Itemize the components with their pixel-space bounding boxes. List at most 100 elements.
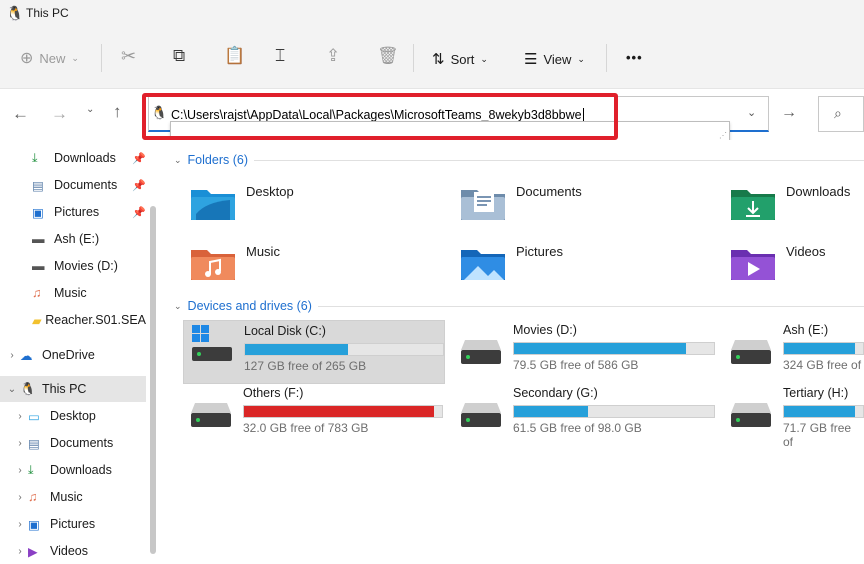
download-icon: ⤓ <box>28 462 34 477</box>
plus-circle-icon: ⊕ <box>20 50 34 67</box>
drive-tile[interactable]: Ash (E:) 324 GB free of <box>723 320 864 382</box>
pictures-folder-icon <box>461 250 505 280</box>
sidebar-item-label: Downloads <box>50 463 112 477</box>
pin-icon[interactable]: 📌 <box>132 179 146 192</box>
drive-tile[interactable]: Secondary (G:) 61.5 GB free of 98.0 GB <box>453 383 715 445</box>
sort-label: Sort <box>450 51 475 67</box>
folders-section-header[interactable]: ⌄ Folders (6) <box>174 153 864 167</box>
sidebar-item-movies-d[interactable]: ▬ Movies (D:) <box>0 253 146 279</box>
forward-arrow-icon[interactable]: → <box>51 104 68 124</box>
paste-icon[interactable]: 📋 <box>224 46 245 66</box>
chevron-right-icon[interactable]: › <box>4 350 20 361</box>
drive-icon <box>461 403 501 427</box>
go-arrow-icon[interactable]: → <box>781 104 797 122</box>
chevron-down-icon: ⌄ <box>577 53 585 64</box>
title-bar: 🐧 This PC <box>0 0 864 28</box>
share-icon[interactable]: ⇪ <box>326 46 340 66</box>
sidebar-item-downloads-pc[interactable]: › ⤓ Downloads <box>0 457 146 483</box>
sidebar-item-desktop[interactable]: › ▭ Desktop <box>0 403 146 429</box>
chevron-right-icon[interactable]: › <box>12 492 28 503</box>
drive-name: Tertiary (H:) <box>783 386 849 400</box>
address-dropdown-chevron-icon[interactable]: ⌄ <box>747 106 756 119</box>
drive-icon: ▬ <box>32 232 45 246</box>
sidebar-item-videos-pc[interactable]: › ▶ Videos <box>0 538 146 564</box>
rename-icon[interactable]: ⌶ <box>275 46 285 66</box>
new-button[interactable]: ⊕ New ⌄ <box>20 48 79 68</box>
pictures-icon: ▣ <box>28 517 40 532</box>
view-button[interactable]: ☰ View ⌄ <box>524 50 585 68</box>
drive-tile[interactable]: Local Disk (C:) 127 GB free of 265 GB <box>183 320 445 384</box>
back-arrow-icon[interactable]: ← <box>12 104 29 124</box>
folder-videos[interactable]: Videos <box>730 244 826 282</box>
chevron-right-icon[interactable]: › <box>12 411 28 422</box>
drive-name: Secondary (G:) <box>513 386 598 400</box>
folder-music[interactable]: Music <box>190 244 280 282</box>
sidebar-item-label: This PC <box>42 382 87 396</box>
folder-documents[interactable]: Documents <box>460 184 582 222</box>
sidebar-item-ash-e[interactable]: ▬ Ash (E:) <box>0 226 146 252</box>
sidebar-item-reacher[interactable]: ▰ Reacher.S01.SEA <box>0 307 146 333</box>
drive-free-space: 79.5 GB free of 586 GB <box>513 358 639 372</box>
folder-icon: ▰ <box>32 313 42 328</box>
sidebar-item-pictures[interactable]: ▣ Pictures 📌 <box>0 199 146 225</box>
sidebar-item-onedrive[interactable]: › ☁ OneDrive <box>0 342 146 368</box>
sidebar-item-label: Videos <box>50 544 88 558</box>
chevron-down-icon[interactable]: ⌄ <box>4 384 20 395</box>
folder-label: Pictures <box>516 244 563 259</box>
sidebar-item-music-pc[interactable]: › ♫ Music <box>0 484 146 510</box>
drive-icon <box>731 340 771 364</box>
resize-grip-icon[interactable]: ⋰ <box>719 131 727 140</box>
pin-icon[interactable]: 📌 <box>132 206 146 219</box>
delete-icon[interactable]: 🗑 <box>377 46 399 66</box>
sort-button[interactable]: ⇅ Sort ⌄ <box>432 50 488 68</box>
sidebar-item-label: Ash (E:) <box>54 232 100 246</box>
sidebar-item-label: Movies (D:) <box>54 259 118 273</box>
sidebar-item-label: Pictures <box>50 517 96 531</box>
windows-drive-icon <box>192 325 232 361</box>
music-icon: ♫ <box>32 286 42 300</box>
drive-name: Others (F:) <box>243 386 304 400</box>
pin-icon[interactable]: 📌 <box>132 152 146 165</box>
document-icon: ▤ <box>32 178 44 193</box>
downloads-folder-icon <box>731 190 775 220</box>
drive-usage-bar <box>513 405 715 418</box>
drive-free-space: 32.0 GB free of 783 GB <box>243 421 369 435</box>
search-box[interactable]: ⌕ <box>818 96 864 132</box>
sidebar-item-downloads[interactable]: ⤓ Downloads 📌 <box>0 145 146 171</box>
sidebar-item-documents[interactable]: ▤ Documents 📌 <box>0 172 146 198</box>
drive-usage-bar <box>513 342 715 355</box>
sidebar-item-this-pc[interactable]: ⌄ 🐧 This PC <box>0 376 146 402</box>
sidebar-item-pictures-pc[interactable]: › ▣ Pictures <box>0 511 146 537</box>
copy-icon[interactable]: ⧉ <box>173 46 185 66</box>
chevron-right-icon[interactable]: › <box>12 465 28 476</box>
chevron-right-icon[interactable]: › <box>12 546 28 557</box>
drive-tile[interactable]: Others (F:) 32.0 GB free of 783 GB <box>183 383 443 445</box>
cut-icon[interactable]: ✂ <box>121 46 136 67</box>
drive-tile[interactable]: Movies (D:) 79.5 GB free of 586 GB <box>453 320 715 382</box>
sidebar-scrollbar[interactable] <box>150 206 156 554</box>
drive-free-space: 61.5 GB free of 98.0 GB <box>513 421 642 435</box>
sidebar-item-label: Music <box>54 286 87 300</box>
videos-folder-icon <box>731 250 775 280</box>
drive-usage-fill <box>514 406 588 417</box>
up-arrow-icon[interactable]: ↑ <box>113 102 122 122</box>
divider <box>317 305 864 307</box>
drives-section-header[interactable]: ⌄ Devices and drives (6) <box>174 299 864 313</box>
videos-icon: ▶ <box>28 544 38 559</box>
folder-downloads[interactable]: Downloads <box>730 184 850 222</box>
more-options-button[interactable]: ••• <box>626 50 643 65</box>
drive-usage-bar <box>244 343 444 356</box>
sidebar-item-label: OneDrive <box>42 348 95 362</box>
sidebar-item-documents-pc[interactable]: › ▤ Documents <box>0 430 146 456</box>
divider <box>413 44 414 72</box>
drive-tile[interactable]: Tertiary (H:) 71.7 GB free of <box>723 383 864 449</box>
sidebar-item-music[interactable]: ♫ Music <box>0 280 146 306</box>
folder-pictures[interactable]: Pictures <box>460 244 563 282</box>
sidebar-item-label: Reacher.S01.SEA <box>45 313 146 327</box>
drive-icon <box>731 403 771 427</box>
section-title: Devices and drives (6) <box>187 299 312 313</box>
chevron-right-icon[interactable]: › <box>12 438 28 449</box>
recent-locations-chevron-icon[interactable]: ⌄ <box>86 104 94 115</box>
chevron-right-icon[interactable]: › <box>12 519 28 530</box>
folder-desktop[interactable]: Desktop <box>190 184 294 222</box>
